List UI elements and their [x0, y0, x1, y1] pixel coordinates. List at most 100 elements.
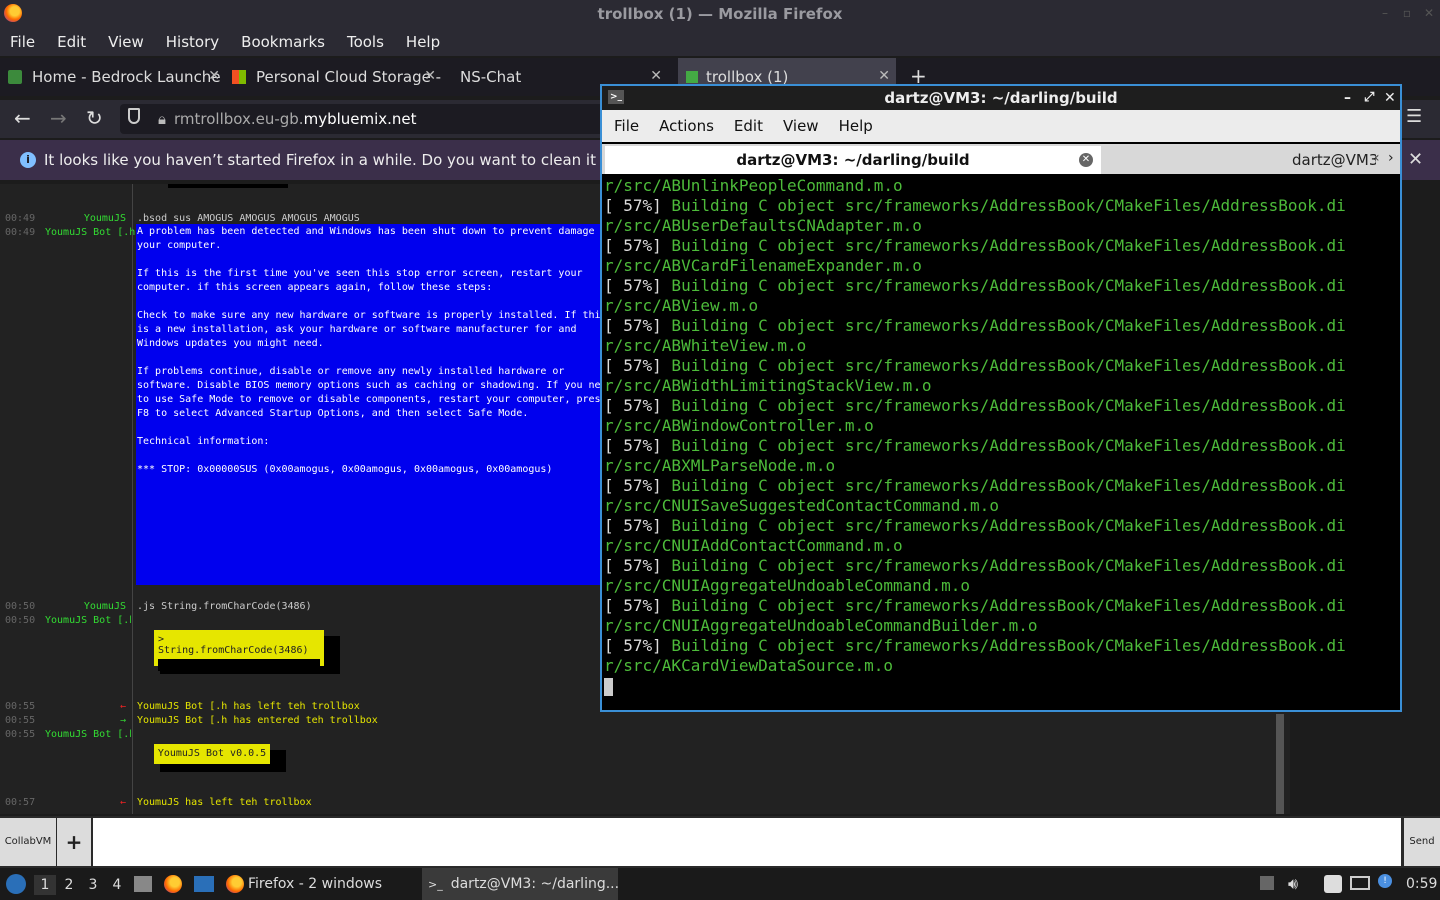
tab-label: NS-Chat — [460, 68, 522, 86]
message-text: YoumuJS Bot [.h has left teh trollbox — [137, 701, 360, 712]
menu-history[interactable]: History — [166, 33, 219, 51]
terminal-line: [ 57%] Building C object src/frameworks/… — [604, 436, 1346, 455]
terminal-line: [ 57%] Building C object src/frameworks/… — [604, 316, 1346, 335]
terminal-line: [ 57%] Building C object src/frameworks/… — [604, 396, 1346, 415]
microsoft-logo-icon — [232, 70, 246, 84]
terminal-line: r/src/ABWhiteView.m.o — [604, 336, 807, 355]
message-nick[interactable]: YoumuJS Bot [.h] — [45, 615, 131, 626]
message-time: 00:50 — [5, 615, 36, 626]
tracking-shield-icon[interactable] — [128, 108, 140, 124]
menu-edit[interactable]: Edit — [57, 33, 86, 51]
terminal-tab-active[interactable]: dartz@VM3: ~/darling/build ✕ — [605, 146, 1101, 174]
tab-favicon-icon — [686, 71, 698, 83]
firefox-launcher-icon[interactable] — [164, 875, 182, 893]
notice-close-icon[interactable]: ✕ — [1408, 140, 1423, 180]
firefox-menubar: File Edit View History Bookmarks Tools H… — [0, 28, 1440, 56]
tab-bedrock[interactable]: Home - Bedrock Launche ✕ — [8, 58, 226, 96]
file-manager-icon[interactable] — [134, 876, 152, 892]
close-icon[interactable]: ✕ — [1422, 6, 1436, 20]
tab-label: Personal Cloud Storage - — [256, 68, 442, 86]
lock-icon: 🔒︎ — [158, 110, 166, 128]
hamburger-menu-icon[interactable]: ☰ — [1406, 106, 1422, 127]
taskbar-firefox-group[interactable]: Firefox - 2 windows — [222, 868, 412, 900]
terminal-menu-actions[interactable]: Actions — [659, 117, 714, 135]
taskbar: 1 2 3 4 Firefox - 2 windows >_ dartz@VM3:… — [0, 868, 1440, 900]
message-nick[interactable]: YoumuJS — [40, 601, 126, 612]
js-result-box: > String.fromCharCode(3486) — [154, 630, 324, 671]
minimize-icon[interactable]: – — [1378, 6, 1392, 20]
terminal-line: r/src/CNUIAggregateUndoableCommandBuilde… — [604, 616, 1038, 635]
terminal-tab-close-icon[interactable]: ✕ — [1079, 153, 1093, 167]
message-nick[interactable]: YoumuJS Bot [.h] — [45, 729, 131, 740]
terminal-close-icon[interactable]: ✕ — [1384, 86, 1396, 110]
notice-text: It looks like you haven’t started Firefo… — [44, 151, 670, 169]
volume-icon[interactable]: 🔊︎ — [1288, 874, 1298, 894]
leave-arrow-icon: ← — [120, 797, 127, 808]
workspace-2[interactable]: 2 — [58, 875, 80, 895]
terminal-line: [ 57%] Building C object src/frameworks/… — [604, 236, 1346, 255]
info-icon: i — [20, 152, 36, 168]
js-result-text: > String.fromCharCode(3486) — [158, 634, 309, 656]
tab-cloud-storage[interactable]: Personal Cloud Storage - ✕ — [232, 58, 442, 96]
task-label: dartz@VM3: ~/darling... — [450, 876, 618, 892]
terminal-line: r/src/ABWidthLimitingStackView.m.o — [604, 376, 932, 395]
tab-close-icon[interactable]: ✕ — [208, 68, 220, 84]
back-icon[interactable]: ← — [14, 106, 31, 130]
tab-close-icon[interactable]: ✕ — [650, 68, 662, 84]
workspace-1[interactable]: 1 — [34, 875, 56, 895]
menu-help[interactable]: Help — [406, 33, 440, 51]
maximize-icon[interactable]: ▫ — [1400, 6, 1414, 20]
message-text: YoumuJS Bot [.h has entered teh trollbox — [137, 715, 378, 726]
terminal-line: [ 57%] Building C object src/frameworks/… — [604, 356, 1346, 375]
terminal-line: r/src/CNUIAddContactCommand.m.o — [604, 536, 903, 555]
network-icon[interactable] — [1350, 876, 1370, 890]
message-nick[interactable]: YoumuJS — [40, 213, 126, 224]
tab-close-icon[interactable]: ✕ — [878, 68, 890, 84]
add-button[interactable]: + — [57, 818, 91, 866]
message-text: .bsod sus AMOGUS AMOGUS AMOGUS AMOGUS — [137, 213, 360, 224]
notification-icon[interactable]: ! — [1378, 874, 1392, 888]
reload-icon[interactable]: ↻ — [86, 106, 103, 130]
terminal-menu-view[interactable]: View — [783, 117, 819, 135]
terminal-line: [ 57%] Building C object src/frameworks/… — [604, 476, 1346, 495]
message-time: 00:49 — [5, 227, 36, 238]
terminal-menu-help[interactable]: Help — [839, 117, 873, 135]
firefox-logo-icon — [4, 4, 22, 22]
terminal-menu-edit[interactable]: Edit — [734, 117, 763, 135]
terminal-maximize-icon[interactable]: ⤢ — [1364, 86, 1374, 110]
start-menu-icon[interactable] — [6, 874, 26, 894]
clock: 0:59 — [1406, 876, 1438, 892]
tab-scroll-right-icon[interactable]: › — [1388, 150, 1394, 166]
menu-tools[interactable]: Tools — [347, 33, 384, 51]
collabvm-button[interactable]: CollabVM — [0, 818, 56, 866]
url-host: rmtrollbox.eu-gb. — [173, 110, 304, 128]
chat-input[interactable] — [93, 818, 1401, 866]
send-button[interactable]: Send — [1404, 818, 1440, 866]
message-nick[interactable]: YoumuJS Bot [.h] — [45, 227, 137, 238]
url-bar[interactable]: 🔒︎ rmtrollbox.eu-gb.mybluemix.net — [120, 104, 610, 134]
url-domain: mybluemix.net — [303, 110, 417, 128]
menu-bookmarks[interactable]: Bookmarks — [241, 33, 325, 51]
workspace-4[interactable]: 4 — [106, 875, 128, 895]
terminal-output[interactable]: r/src/ABUnlinkPeopleCommand.m.o[ 57%] Bu… — [604, 176, 1398, 710]
clipboard-icon[interactable] — [1324, 875, 1342, 893]
eject-icon[interactable] — [1260, 876, 1274, 890]
tab-label: Home - Bedrock Launche — [32, 68, 221, 86]
terminal-tab-other[interactable]: dartz@VM3 — [1292, 146, 1376, 174]
workspace-3[interactable]: 3 — [82, 875, 104, 895]
desktop-icon[interactable] — [194, 876, 214, 892]
terminal-line: r/src/CNUISaveSuggestedContactCommand.m.… — [604, 496, 999, 515]
terminal-minimize-icon[interactable]: – — [1344, 86, 1351, 110]
terminal-menu-file[interactable]: File — [614, 117, 639, 135]
chat-scrollbar[interactable] — [1276, 714, 1284, 814]
forward-icon[interactable]: → — [50, 106, 67, 130]
taskbar-terminal-task[interactable]: >_ dartz@VM3: ~/darling... — [422, 868, 618, 900]
tab-close-icon[interactable]: ✕ — [424, 68, 436, 84]
terminal-line: r/src/ABVCardFilenameExpander.m.o — [604, 256, 922, 275]
js-result-output — [158, 659, 320, 671]
menu-view[interactable]: View — [108, 33, 144, 51]
tab-scroll-left-icon[interactable]: ‹ — [1374, 150, 1380, 166]
message-time: 00:50 — [5, 601, 36, 612]
menu-file[interactable]: File — [10, 33, 35, 51]
enter-arrow-icon: → — [120, 715, 127, 726]
